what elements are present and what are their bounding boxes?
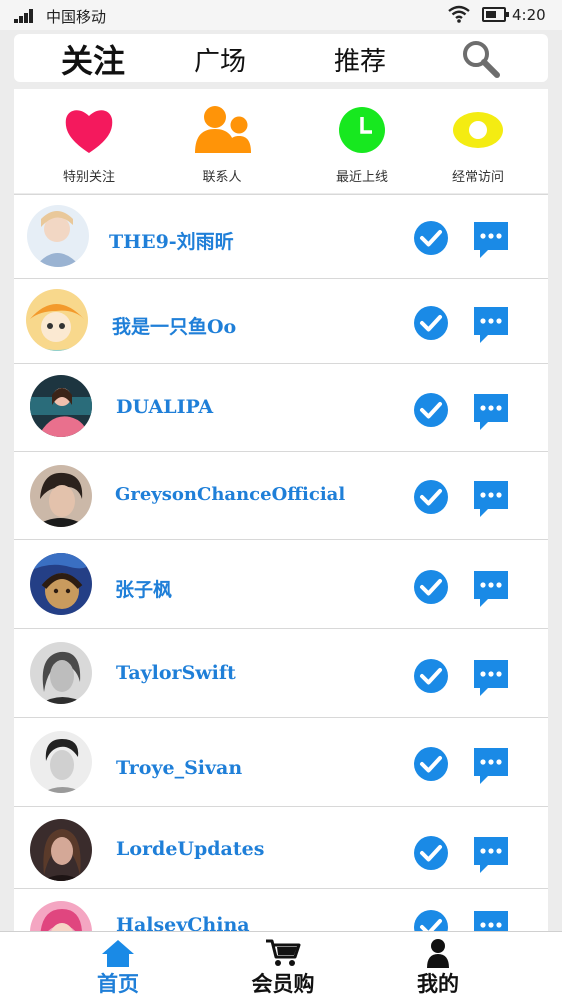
verified-check-icon[interactable] <box>413 835 449 871</box>
eye-icon <box>453 112 503 148</box>
list-item[interactable]: 张子枫 <box>14 539 548 628</box>
list-item[interactable]: DUALIPA <box>14 363 548 451</box>
quick-categories: 特别关注 联系人 最近上线 经常访问 <box>14 89 548 193</box>
message-icon[interactable] <box>472 569 510 609</box>
user-name[interactable]: GreysonChanceOfficial <box>115 484 345 505</box>
contacts-icon <box>195 106 251 153</box>
verified-check-icon[interactable] <box>413 305 449 341</box>
message-icon[interactable] <box>472 746 510 786</box>
user-name[interactable]: THE9-刘雨昕 <box>109 227 234 254</box>
nav-member-shop[interactable]: 会员购 <box>228 936 338 999</box>
avatar[interactable] <box>30 642 92 704</box>
message-icon[interactable] <box>472 658 510 698</box>
list-item[interactable]: 我是一只鱼Oo <box>14 278 548 363</box>
verified-check-icon[interactable] <box>413 909 449 931</box>
wifi-icon <box>448 5 470 23</box>
nav-home[interactable]: 首页 <box>63 936 173 999</box>
verified-check-icon[interactable] <box>413 569 449 605</box>
search-icon[interactable] <box>461 39 501 79</box>
top-tab-bar: 关注 广场 推荐 <box>14 34 548 82</box>
bottom-nav: 首页 会员购 我的 <box>0 931 562 999</box>
list-item[interactable]: THE9-刘雨昕 <box>14 194 548 278</box>
message-icon[interactable] <box>472 909 510 931</box>
user-name[interactable]: Troye_Sivan <box>116 757 242 779</box>
home-icon <box>102 940 134 967</box>
quick-item-recent[interactable]: 最近上线 <box>307 89 417 193</box>
heart-icon <box>65 110 113 153</box>
message-icon[interactable] <box>472 479 510 519</box>
user-icon <box>427 939 449 968</box>
avatar[interactable] <box>30 901 92 931</box>
following-list: THE9-刘雨昕 我是一只鱼Oo DUALIPA GreysonChanceOf… <box>14 194 548 931</box>
avatar[interactable] <box>30 465 92 527</box>
avatar[interactable] <box>26 289 88 351</box>
quick-label: 特别关注 <box>62 170 115 185</box>
battery-icon <box>482 7 509 22</box>
cart-icon <box>266 939 301 966</box>
avatar[interactable] <box>27 205 89 267</box>
message-icon[interactable] <box>472 392 510 432</box>
quick-label: 联系人 <box>202 170 242 185</box>
nav-profile[interactable]: 我的 <box>383 936 493 999</box>
user-name[interactable]: TaylorSwift <box>116 662 236 684</box>
carrier-name: 中国移动 <box>46 8 107 26</box>
status-time: 4:20 <box>512 6 546 24</box>
avatar[interactable] <box>30 731 92 793</box>
list-item[interactable]: TaylorSwift <box>14 628 548 717</box>
avatar[interactable] <box>30 375 92 437</box>
tab-recommend[interactable]: 推荐 <box>334 41 386 78</box>
quick-item-frequent[interactable]: 经常访问 <box>423 89 533 193</box>
list-item[interactable]: LordeUpdates <box>14 806 548 888</box>
list-item[interactable]: Troye_Sivan <box>14 717 548 806</box>
user-name[interactable]: 张子枫 <box>115 575 172 602</box>
nav-label: 我的 <box>417 971 459 996</box>
nav-label: 首页 <box>97 971 139 996</box>
list-item[interactable]: HalseyChina <box>14 888 548 931</box>
user-name[interactable]: HalseyChina <box>116 914 250 931</box>
status-bar: 中国移动 4:20 <box>0 0 562 30</box>
verified-check-icon[interactable] <box>413 220 449 256</box>
verified-check-icon[interactable] <box>413 479 449 515</box>
list-item[interactable]: GreysonChanceOfficial <box>14 451 548 539</box>
quick-item-special[interactable]: 特别关注 <box>34 89 144 193</box>
clock-icon <box>339 107 385 153</box>
quick-item-contacts[interactable]: 联系人 <box>167 89 277 193</box>
user-name[interactable]: LordeUpdates <box>116 838 264 860</box>
nav-label: 会员购 <box>251 971 315 996</box>
user-name[interactable]: DUALIPA <box>116 396 213 418</box>
avatar[interactable] <box>30 819 92 881</box>
signal-icon <box>14 9 36 23</box>
message-icon[interactable] <box>472 305 510 345</box>
quick-label: 最近上线 <box>335 170 388 185</box>
quick-label: 经常访问 <box>451 170 504 185</box>
message-icon[interactable] <box>472 220 510 260</box>
verified-check-icon[interactable] <box>413 392 449 428</box>
avatar[interactable] <box>30 553 92 615</box>
verified-check-icon[interactable] <box>413 746 449 782</box>
user-name[interactable]: 我是一只鱼Oo <box>112 312 236 339</box>
tab-following[interactable]: 关注 <box>61 36 125 82</box>
verified-check-icon[interactable] <box>413 658 449 694</box>
message-icon[interactable] <box>472 835 510 875</box>
tab-square[interactable]: 广场 <box>194 41 246 78</box>
